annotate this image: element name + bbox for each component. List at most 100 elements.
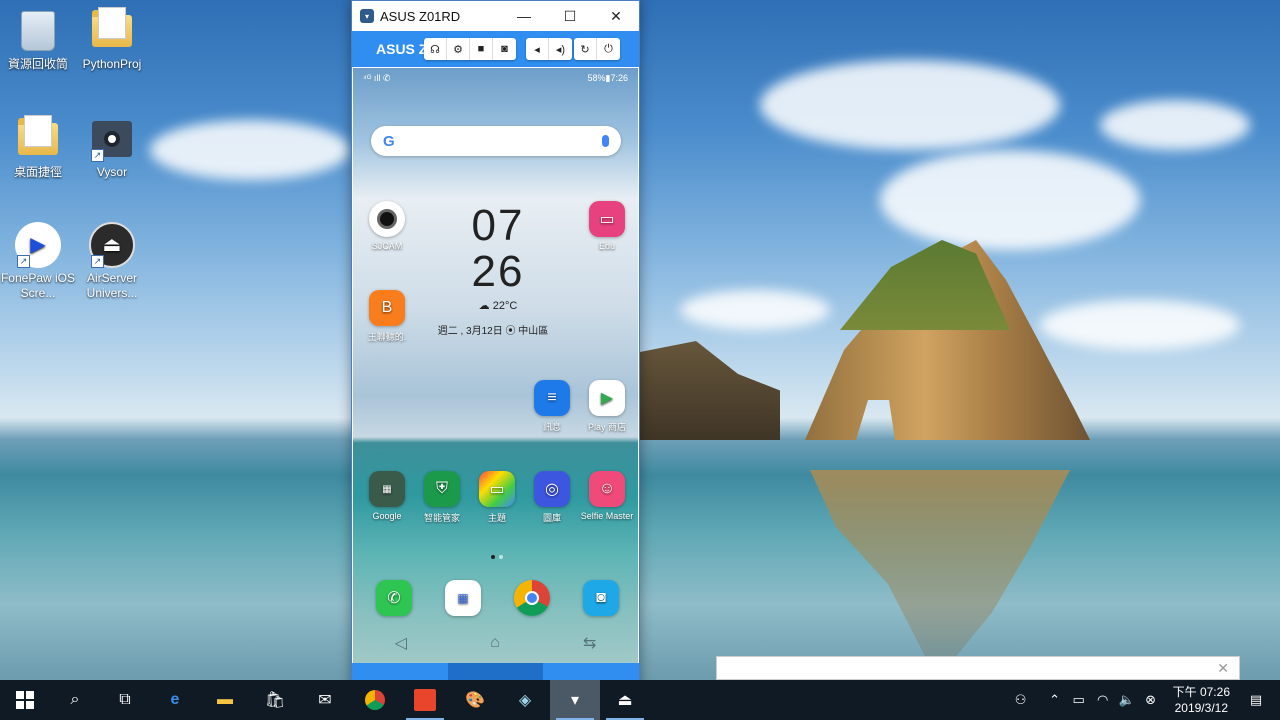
back-icon[interactable]: ◁ [395,633,407,653]
app-themes[interactable]: ▭ 主題 [466,471,528,524]
window-title-bar[interactable]: ▾ ASUS Z01RD — ☐ ✕ [352,1,639,31]
close-circle-icon[interactable]: ⊗ [1139,692,1163,708]
shortcut-arrow-icon: ↗ [91,255,104,268]
share-icon[interactable]: ☊ [424,38,447,60]
battery-time: 58%▮7:26 [587,72,628,83]
app-messages[interactable]: ≡ 訊息 [521,380,583,433]
app-sjcam[interactable]: SJCAM [356,201,418,251]
volume-up-icon[interactable]: ◂) [549,38,572,60]
window-title: ASUS Z01RD [380,8,461,24]
edu-icon: ▭ [589,201,625,237]
dock-chrome[interactable] [501,580,563,620]
wifi-icon[interactable]: ◠ [1091,692,1115,708]
volume-icon[interactable]: 🔈 [1115,692,1139,708]
maximize-button[interactable]: ☐ [547,1,593,31]
dock-phone[interactable]: ✆ [363,580,425,620]
app-edu[interactable]: ▭ Edu [576,201,638,251]
app-label: SJCAM [371,241,403,251]
power-icon[interactable]: ⏻ [597,38,620,60]
minimize-button[interactable]: — [501,1,547,31]
app-wangji[interactable]: B 王聯聽的. [356,290,418,343]
app-google-folder[interactable]: ▦ Google [356,471,418,521]
rotate-icon[interactable]: ↻ [574,38,597,60]
vysor-toolbar: ASUS Z ☊ ⚙ ■ ◙ ◂ ◂) ↻ ⏻ [352,31,639,67]
clock-minute: 26 [471,247,525,296]
date-location: 週二 , 3月12日 ⦿ 中山區 [437,326,549,337]
device-name: ASUS Z [376,41,428,57]
airserver-icon: ⏏ ↗ [89,222,135,268]
taskbar: ⌕ ⧉ e ▬ 🛍 ✉ 🎨 ◈ ▾ ⏏ ⚇ ⌃ ▭ ◠ 🔈 ⊗ 下午 07:26… [0,680,1280,720]
clock-time: 下午 07:26 [1172,685,1230,699]
battery-icon[interactable]: ▭ [1067,692,1091,708]
fonepaw-icon: ▶ ↗ [15,222,61,268]
phone-screen[interactable]: ⁴ᴳ ıll ✆ 58%▮7:26 G SJCAM ▭ Edu 07 26 ☁ … [353,68,638,663]
recents-icon[interactable]: ⇆ [583,633,596,653]
notification-popup[interactable]: ✕ [716,656,1240,680]
desktop-icon-label: 資源回收筒 [7,57,68,71]
people-icon[interactable]: ⚇ [1009,692,1033,708]
vysor-window[interactable]: ▾ ASUS Z01RD — ☐ ✕ ASUS Z ☊ ⚙ ■ ◙ ◂ ◂) ↻… [351,0,640,690]
app-label: 訊息 [542,422,561,432]
weather-temp: ☁ 22°C [433,299,563,312]
folder-icon [89,7,135,54]
store-icon[interactable]: 🛍 [250,680,300,720]
desktop-icon-label: AirServer Univers... [86,271,138,300]
vysor-taskbar-icon[interactable]: ▾ [550,680,600,720]
app-label: 王聯聽的. [367,332,407,342]
app-gallery[interactable]: ◎ 圖庫 [521,471,583,524]
page-indicator [491,555,503,559]
app-mobile-manager[interactable]: ⛨ 智能管家 [411,471,473,524]
search-icon[interactable]: ⌕ [50,680,100,720]
toolbar-group-volume: ◂ ◂) [526,38,572,60]
desktop-icon-shortcut-folder[interactable]: 桌面捷徑 [0,115,76,180]
app-label: Selfie Master [580,511,634,521]
google-folder-icon: ▦ [369,471,405,507]
clock-widget[interactable]: 07 26 ☁ 22°C 週二 , 3月12日 ⦿ 中山區 [433,201,563,338]
desktop-icon-label: PythonProj [82,57,142,71]
app-selfie-master[interactable]: ☺ Selfie Master [576,471,638,521]
desktop-icon-pythonproj[interactable]: PythonProj [74,7,150,72]
home-icon[interactable]: ⌂ [490,634,500,652]
screenshot-camera-icon[interactable]: ◙ [493,38,516,60]
desktop-icon-vysor[interactable]: ↗ Vysor [74,116,150,180]
app-label: 主題 [487,513,506,523]
rock-reflection [810,470,1070,660]
app-red-icon[interactable] [400,680,450,720]
airserver-taskbar-icon[interactable]: ⏏ [600,680,650,720]
rock-formation [640,341,780,440]
play-store-icon: ▶ [589,380,625,416]
start-button[interactable] [0,680,50,720]
file-explorer-icon[interactable]: ▬ [200,680,250,720]
vysor-window-icon: ▾ [360,9,374,23]
notes-icon[interactable]: ◈ [500,680,550,720]
close-icon[interactable]: ✕ [1217,660,1229,677]
taskbar-clock[interactable]: 下午 07:26 2019/3/12 [1163,684,1240,716]
mail-icon[interactable]: ✉ [300,680,350,720]
edge-browser-icon[interactable]: e [150,680,200,720]
record-video-icon[interactable]: ■ [470,38,493,60]
action-center-icon[interactable]: ▤ [1244,692,1268,708]
dock-camera[interactable]: ◙ [570,580,632,620]
app-play-store[interactable]: ▶ Play 商店 [576,380,638,433]
microphone-icon[interactable] [602,135,609,147]
desktop-icon-label: Vysor [96,165,128,179]
wangji-app-icon: B [369,290,405,326]
cloud [150,120,350,180]
vysor-app-icon: ↗ [89,116,135,162]
clock-hour: 07 [471,201,525,250]
settings-gear-icon[interactable]: ⚙ [447,38,470,60]
desktop-icon-fonepaw[interactable]: ▶ ↗ FonePaw iOS Scre... [0,222,76,301]
chevron-up-icon[interactable]: ⌃ [1043,692,1067,708]
chrome-taskbar-icon[interactable] [350,680,400,720]
cloud [760,60,1060,150]
google-search-bar[interactable]: G [371,126,621,156]
shortcut-arrow-icon: ↗ [91,149,104,162]
dock-calendar[interactable]: ▦ [432,580,494,620]
volume-down-icon[interactable]: ◂ [526,38,549,60]
paint-icon[interactable]: 🎨 [450,680,500,720]
close-button[interactable]: ✕ [593,1,639,31]
desktop-icon-recycle-bin[interactable]: 資源回收筒 [0,8,76,72]
desktop-icon-airserver[interactable]: ⏏ ↗ AirServer Univers... [74,222,150,301]
signal-icon: ⁴ᴳ ıll ✆ [363,72,391,83]
task-view-icon[interactable]: ⧉ [100,680,150,720]
